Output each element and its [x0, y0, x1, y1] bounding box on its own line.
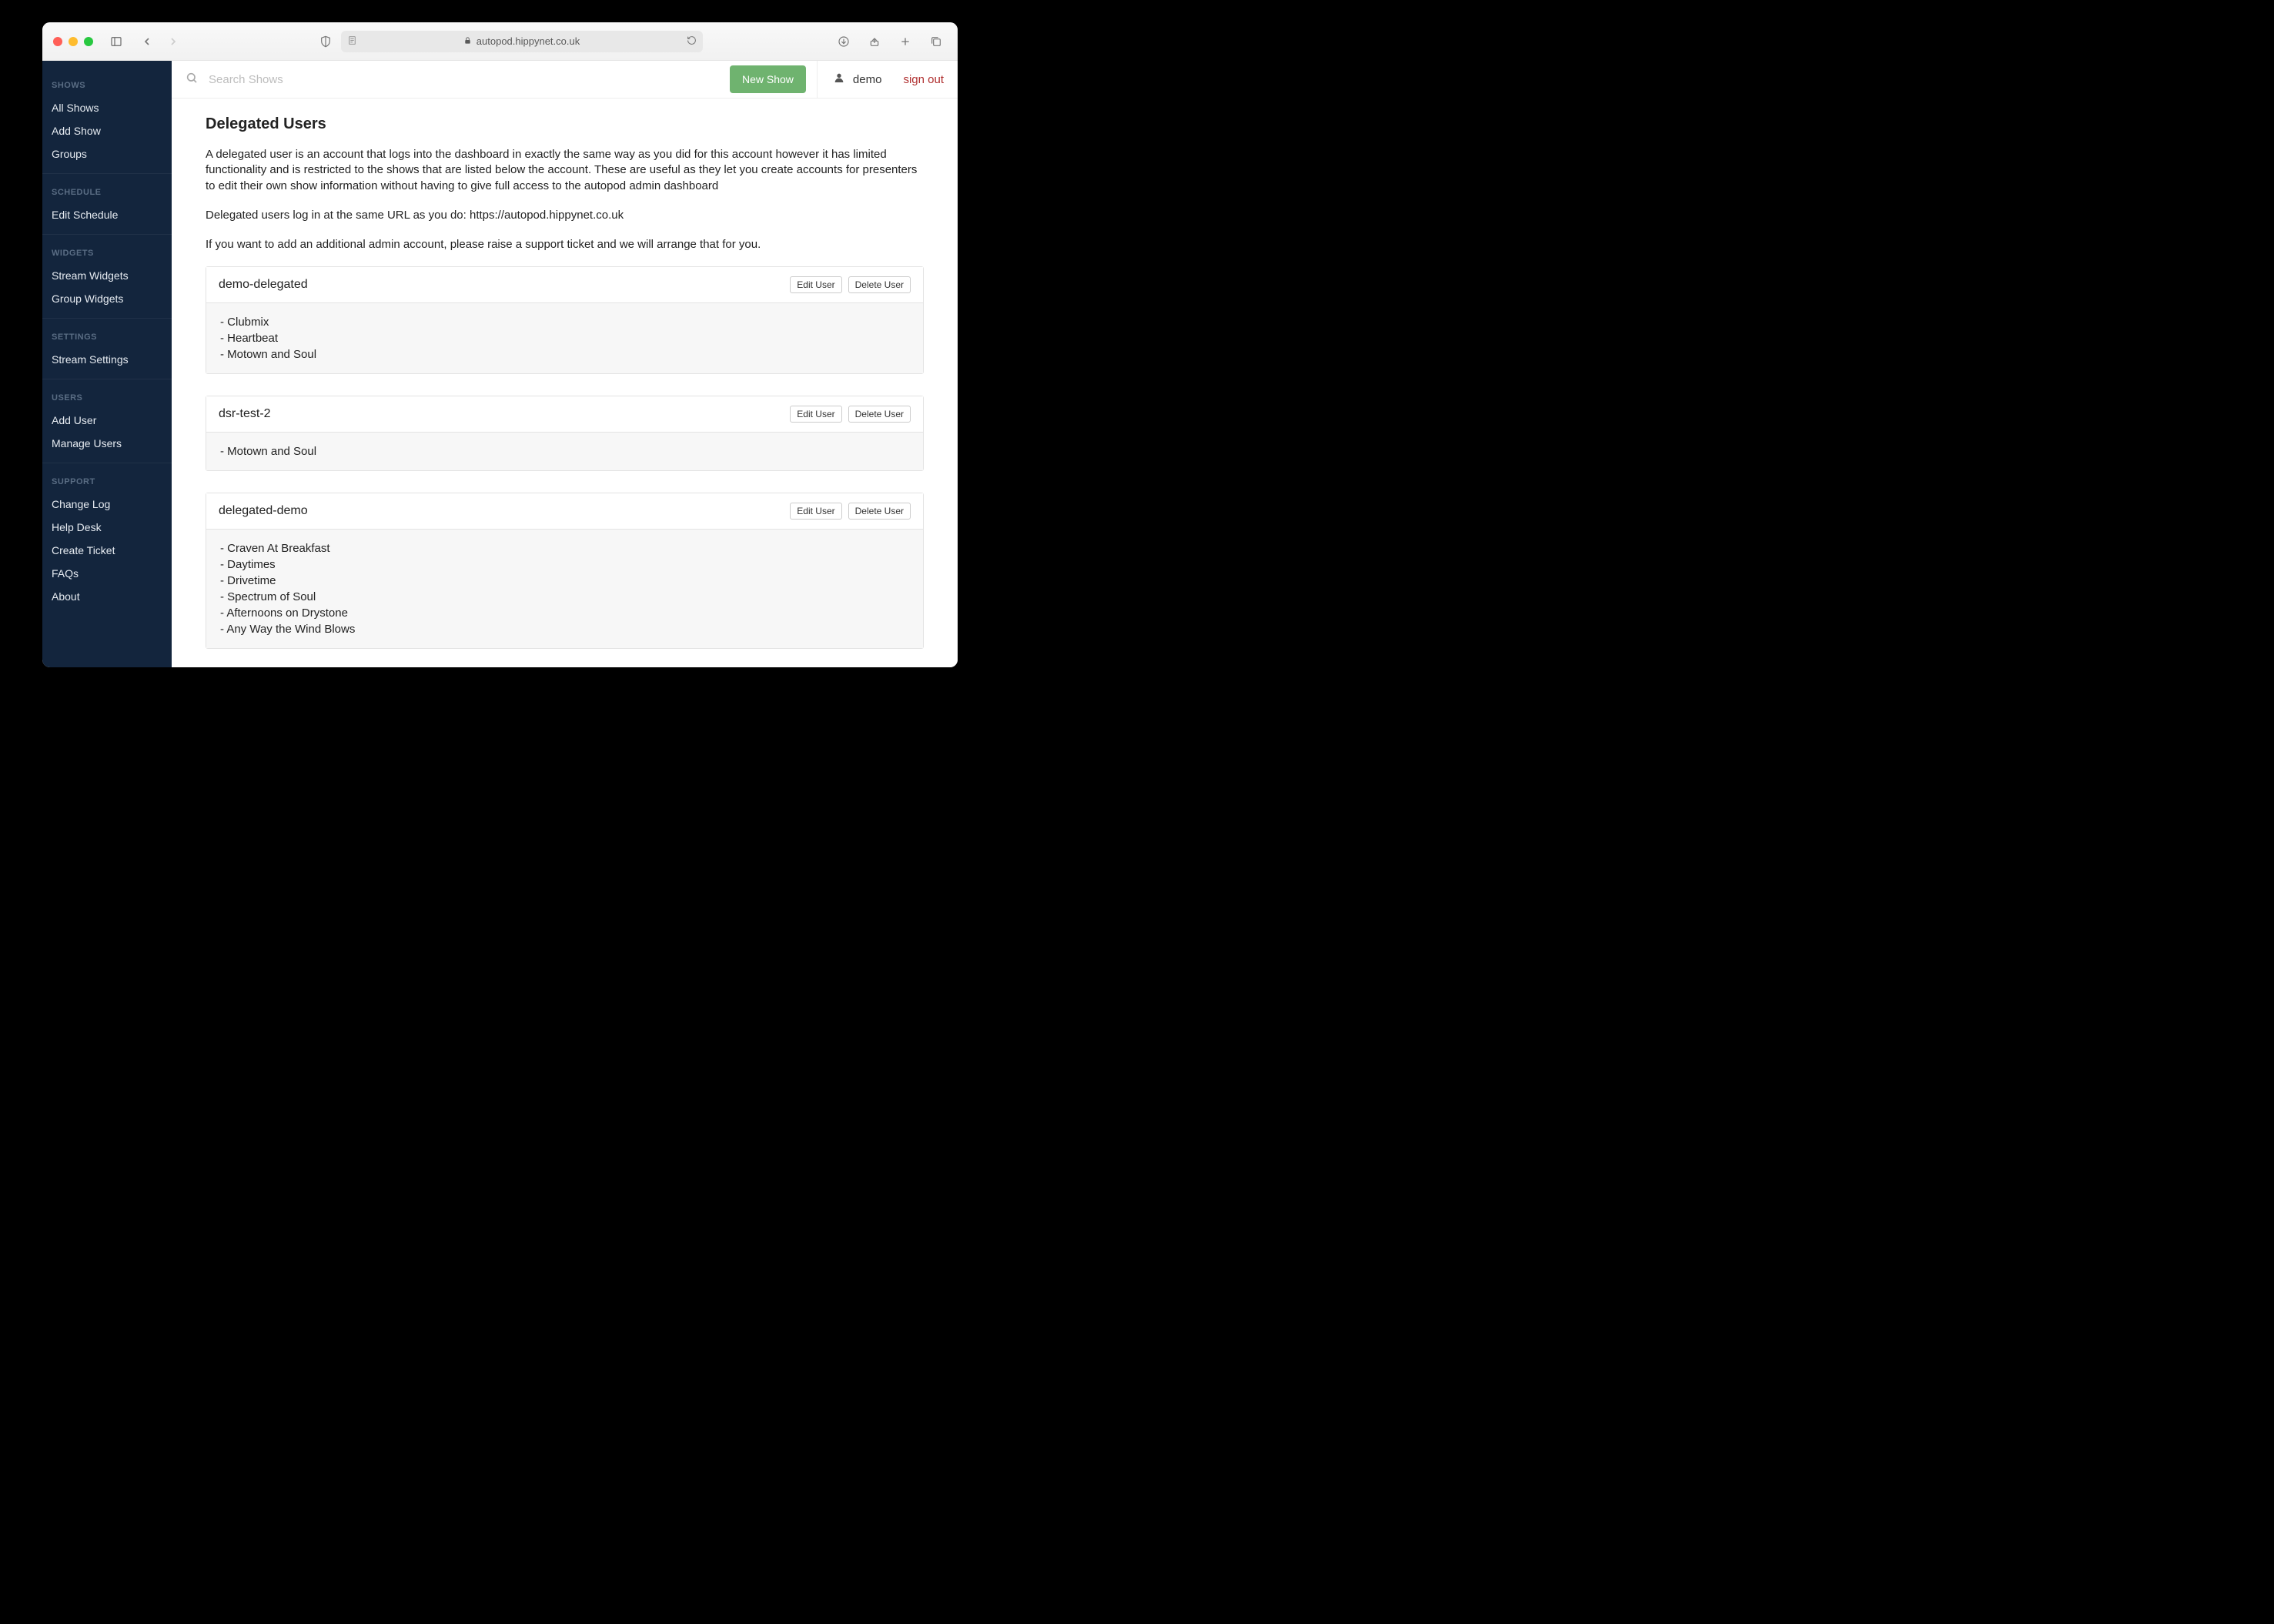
show-line: - Craven At Breakfast — [220, 540, 909, 556]
sidebar-toggle-icon[interactable] — [105, 32, 127, 52]
sign-out-link[interactable]: sign out — [903, 73, 944, 86]
window-controls — [53, 37, 93, 46]
new-tab-icon[interactable] — [895, 32, 916, 52]
tabs-overview-icon[interactable] — [925, 32, 947, 52]
delegated-user-shows: - Clubmix- Heartbeat- Motown and Soul — [206, 303, 923, 373]
content: Delegated Users A delegated user is an a… — [172, 99, 958, 667]
sidebar-item[interactable]: Stream Settings — [42, 348, 172, 371]
reload-icon[interactable] — [687, 35, 697, 48]
show-line: - Any Way the Wind Blows — [220, 621, 909, 637]
show-line: - Daytimes — [220, 556, 909, 573]
sidebar-item[interactable]: Edit Schedule — [42, 203, 172, 226]
delegated-user-card: dsr-test-2 Edit User Delete User - Motown a… — [206, 396, 924, 471]
sidebar-item[interactable]: FAQs — [42, 562, 172, 585]
sidebar-item[interactable]: Create Ticket — [42, 539, 172, 562]
privacy-shield-icon[interactable] — [315, 32, 336, 52]
sidebar-section-label: SETTINGS — [42, 319, 172, 348]
user-icon — [833, 72, 845, 87]
delegated-user-name: delegated-demo — [219, 504, 308, 518]
sidebar-item[interactable]: All Shows — [42, 96, 172, 119]
new-show-button[interactable]: New Show — [730, 65, 806, 93]
show-line: - Spectrum of Soul — [220, 589, 909, 605]
topbar: New Show demo sign out — [172, 61, 958, 99]
sidebar-item[interactable]: Groups — [42, 142, 172, 165]
delete-user-button[interactable]: Delete User — [848, 406, 911, 423]
titlebar: autopod.hippynet.co.uk — [42, 22, 958, 61]
username[interactable]: demo — [853, 73, 882, 86]
sidebar-item[interactable]: Change Log — [42, 493, 172, 516]
show-line: - Clubmix — [220, 314, 909, 330]
sidebar-section-label: SHOWS — [42, 67, 172, 96]
sidebar-item[interactable]: Add User — [42, 409, 172, 432]
sidebar-item[interactable]: Stream Widgets — [42, 264, 172, 287]
delegated-user-name: dsr-test-2 — [219, 407, 271, 421]
delegated-user-shows: - Motown and Soul — [206, 433, 923, 470]
sidebar-section-label: SCHEDULE — [42, 174, 172, 203]
edit-user-button[interactable]: Edit User — [790, 276, 841, 293]
edit-user-button[interactable]: Edit User — [790, 503, 841, 520]
show-line: - Afternoons on Drystone — [220, 605, 909, 621]
url-bar[interactable]: autopod.hippynet.co.uk — [341, 31, 703, 52]
show-line: - Motown and Soul — [220, 346, 909, 363]
show-line: - Motown and Soul — [220, 443, 909, 459]
sidebar-section-label: SUPPORT — [42, 463, 172, 493]
delegated-user-card: delegated-demo Edit User Delete User - Crav… — [206, 493, 924, 649]
page-title: Delegated Users — [206, 115, 924, 133]
search-icon — [186, 72, 198, 88]
sidebar-item[interactable]: Group Widgets — [42, 287, 172, 310]
minimize-window[interactable] — [69, 37, 78, 46]
url-text: autopod.hippynet.co.uk — [477, 35, 580, 47]
delete-user-button[interactable]: Delete User — [848, 276, 911, 293]
sidebar-item[interactable]: Manage Users — [42, 432, 172, 455]
back-button[interactable] — [136, 32, 158, 52]
sidebar: SHOWSAll ShowsAdd ShowGroups SCHEDULEEdit… — [42, 61, 172, 667]
edit-user-button[interactable]: Edit User — [790, 406, 841, 423]
sidebar-section-label: WIDGETS — [42, 235, 172, 264]
show-line: - Drivetime — [220, 573, 909, 589]
sidebar-section-label: USERS — [42, 379, 172, 409]
downloads-icon[interactable] — [833, 32, 854, 52]
delegated-user-card: demo-delegated Edit User Delete User - Club… — [206, 266, 924, 374]
show-line: - Heartbeat — [220, 330, 909, 346]
search-input[interactable] — [209, 73, 719, 86]
browser-window: autopod.hippynet.co.uk SHOW — [42, 22, 958, 667]
intro-paragraph-1: A delegated user is an account that logs… — [206, 147, 924, 194]
delete-user-button[interactable]: Delete User — [848, 503, 911, 520]
sidebar-item[interactable]: Add Show — [42, 119, 172, 142]
share-icon[interactable] — [864, 32, 885, 52]
sidebar-item[interactable]: About — [42, 585, 172, 608]
sidebar-item[interactable]: Help Desk — [42, 516, 172, 539]
delegated-user-name: demo-delegated — [219, 278, 308, 292]
intro-paragraph-2: Delegated users log in at the same URL a… — [206, 208, 924, 223]
reader-icon[interactable] — [347, 35, 357, 48]
forward-button[interactable] — [162, 32, 184, 52]
lock-icon — [463, 35, 472, 47]
maximize-window[interactable] — [84, 37, 93, 46]
close-window[interactable] — [53, 37, 62, 46]
intro-paragraph-3: If you want to add an additional admin a… — [206, 237, 924, 252]
delegated-user-shows: - Craven At Breakfast- Daytimes- Driveti… — [206, 530, 923, 648]
